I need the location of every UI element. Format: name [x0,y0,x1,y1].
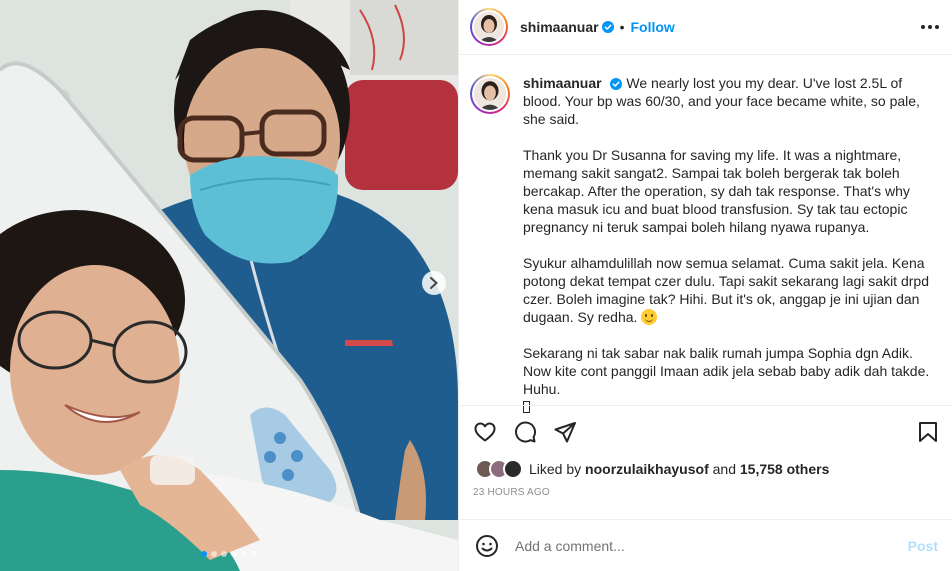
emoji-picker-button[interactable] [475,534,499,558]
likes-count-link[interactable]: 15,758 others [740,461,830,477]
bookmark-icon [919,422,937,442]
avatar [503,459,523,479]
caption-text: shimaanuar We nearly lost you my dear. U… [523,74,938,434]
likes-conjunction: and [712,461,736,477]
verified-badge-icon [601,21,614,33]
caption-section: shimaanuar We nearly lost you my dear. U… [459,56,952,413]
more-options-icon [921,25,939,29]
caption-avatar[interactable] [470,74,510,114]
post-comment-button[interactable]: Post [908,538,938,554]
carousel-dot [231,551,237,557]
username-link[interactable]: shimaanuar [520,19,599,35]
likes-summary: Liked by noorzulaikhayusof and 15,758 ot… [459,458,952,480]
header-separator: • [619,19,625,35]
caption-paragraph-3: Syukur alhamdulillah now semua selamat. … [523,255,929,325]
comment-icon [515,421,537,443]
comment-input[interactable] [515,537,908,554]
carousel-indicator [0,551,458,557]
action-bar [459,406,952,458]
caption-paragraph-4: Sekarang ni tak sabar nak balik rumah ju… [523,345,930,397]
liker-avatars [475,459,523,479]
avatar-image [474,78,506,110]
post-header: shimaanuar • Follow [459,0,952,55]
smile-emoji-icon [641,309,658,325]
share-icon [554,422,576,443]
photo-scene [0,0,458,571]
comment-bar: Post [459,519,952,571]
save-button[interactable] [916,420,940,444]
carousel-next-button[interactable] [422,271,446,295]
carousel-dot [201,551,207,557]
liker-username-link[interactable]: noorzulaikhayusof [585,461,709,477]
avatar-image [474,12,504,42]
avatar[interactable] [470,8,508,46]
caption-paragraph: shimaanuar We nearly lost you my dear. U… [523,74,938,128]
likes-prefix: Liked by [529,461,582,477]
post-actions: Liked by noorzulaikhayusof and 15,758 ot… [459,405,952,519]
caption-paragraph: Syukur alhamdulillah now semua selamat. … [523,254,938,326]
carousel-dot [221,551,227,557]
emoji-icon [476,534,498,557]
verified-badge-icon [610,78,623,91]
comment-button[interactable] [513,420,537,444]
carousel-dot [241,551,247,557]
carousel-dot [251,551,257,557]
caption-paragraph-2: Thank you Dr Susanna for saving my life.… [523,147,910,235]
post-details-panel: shimaanuar • Follow shimaanuar We nearly… [459,0,952,571]
heart-icon [474,422,496,442]
chevron-right-icon [430,277,438,289]
caption-username-link[interactable]: shimaanuar [523,75,602,91]
more-options-button[interactable] [920,24,940,30]
carousel-dot [211,551,217,557]
follow-button[interactable]: Follow [631,19,675,35]
post-timestamp[interactable]: 23 HOURS AGO [459,487,952,498]
like-button[interactable] [473,420,497,444]
post-photo[interactable] [0,0,458,571]
share-button[interactable] [553,420,577,444]
